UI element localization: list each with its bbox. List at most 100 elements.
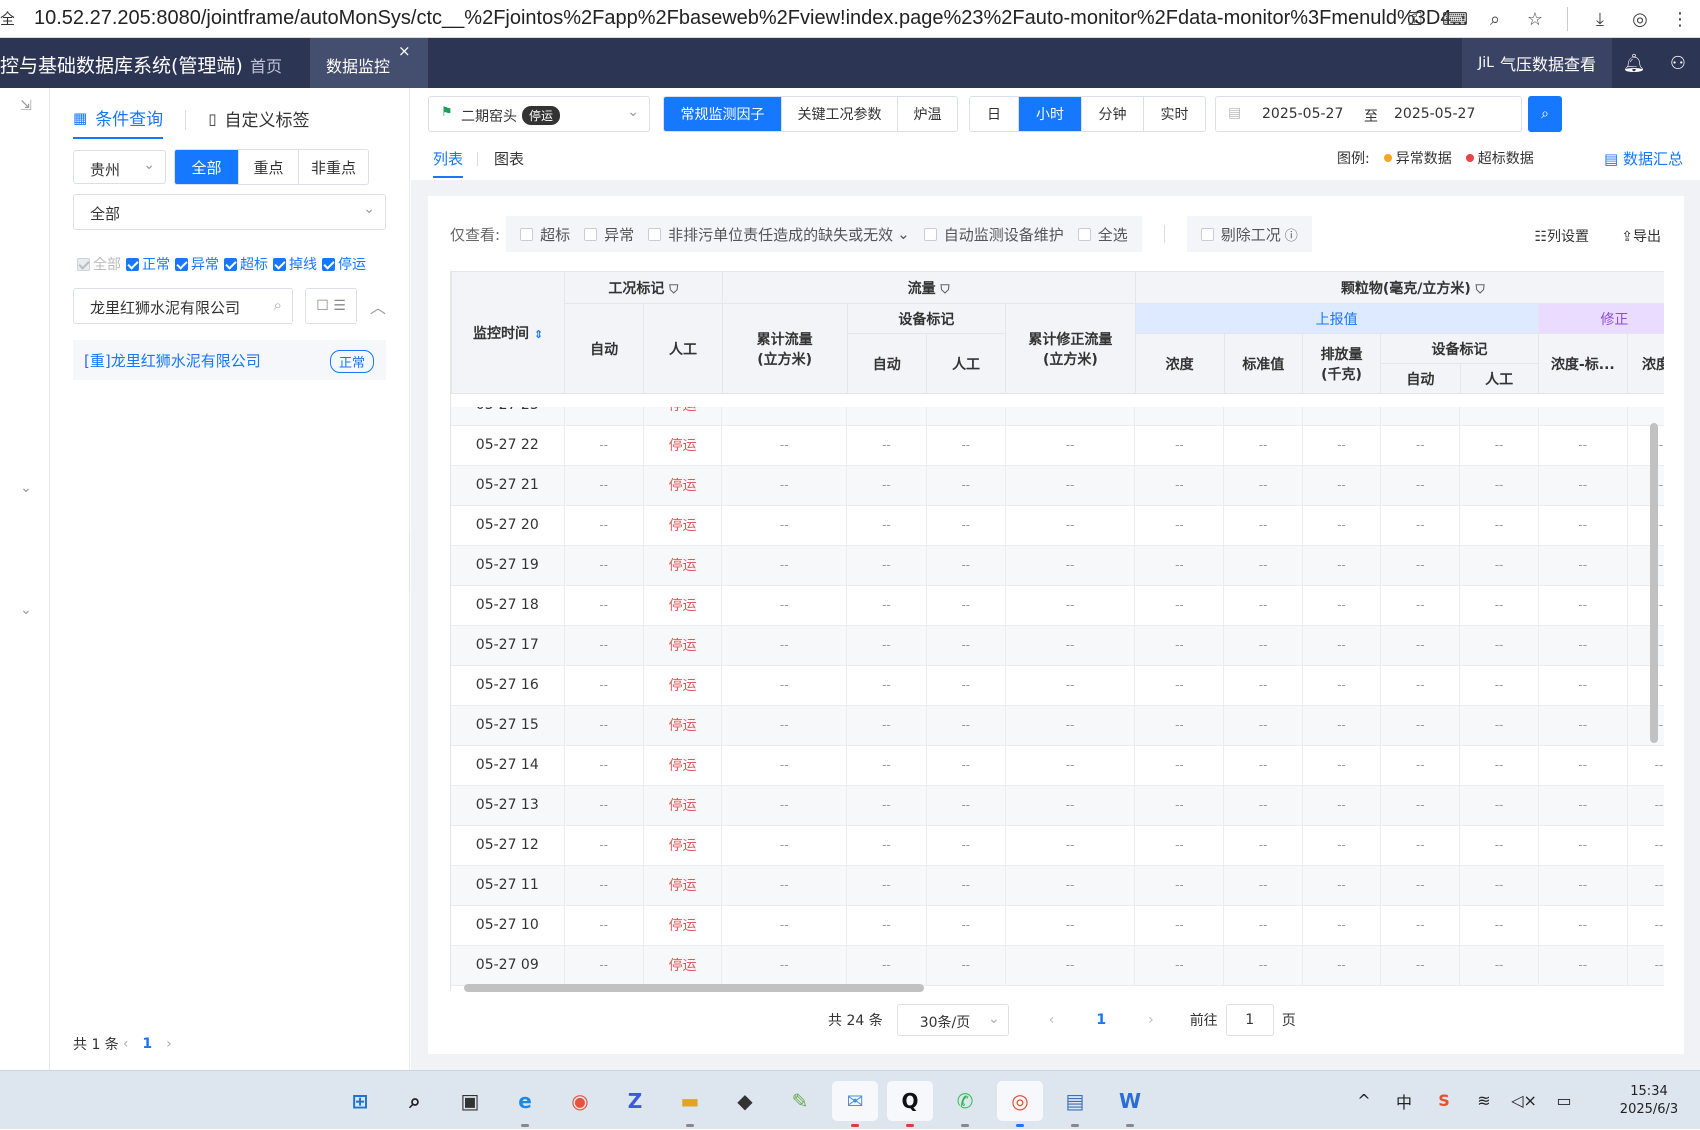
chevron-up-icon[interactable]: ︿ xyxy=(370,294,386,318)
file-explorer-icon[interactable]: ▬ xyxy=(667,1081,713,1127)
table-row[interactable]: 05-27 23--停运---------------------- xyxy=(451,407,1664,426)
company-list-item[interactable]: [重]龙里红狮水泥有限公司 正常 xyxy=(73,340,386,380)
factor-key-params[interactable]: 关键工况参数 xyxy=(781,97,897,131)
granularity-day[interactable]: 日 xyxy=(970,97,1018,131)
sogou-icon[interactable]: S xyxy=(1424,1091,1464,1110)
browser-address-bar[interactable]: 全 10.52.27.205:8080/jointframe/autoMonSy… xyxy=(0,0,1700,38)
filter-maintenance[interactable]: 自动监测设备维护 xyxy=(910,224,1064,245)
check-offline[interactable]: 掉线 xyxy=(273,254,317,274)
chevron-down-icon[interactable]: ⌄ xyxy=(897,225,910,243)
app-icon[interactable]: ✎ xyxy=(777,1081,823,1121)
check-stopped[interactable]: 停运 xyxy=(322,254,366,274)
search-icon[interactable]: ⌕ xyxy=(392,1081,438,1121)
chevron-left-icon[interactable]: ‹ xyxy=(123,1036,129,1052)
qq-icon[interactable]: Q xyxy=(887,1081,933,1127)
check-abnormal[interactable]: 异常 xyxy=(175,254,219,274)
granularity-minute[interactable]: 分钟 xyxy=(1081,97,1143,131)
chrome-icon[interactable]: ◎ xyxy=(997,1081,1043,1127)
battery-icon[interactable]: ▭ xyxy=(1544,1091,1584,1110)
download-icon[interactable]: ⤓ xyxy=(1580,9,1620,30)
tab-custom-tags[interactable]: ▯ 自定义标签 xyxy=(208,98,309,139)
translate-icon[interactable]: ⌨ xyxy=(1435,9,1475,30)
filter-exceed[interactable]: 超标 xyxy=(520,224,570,245)
pager-current-page[interactable]: 1 xyxy=(1096,1012,1106,1028)
app-icon[interactable]: ◆ xyxy=(722,1081,768,1121)
factor-regular[interactable]: 常规监测因子 xyxy=(664,97,781,131)
company-search-input[interactable]: 龙里红狮水泥有限公司 ⌕ xyxy=(73,288,293,324)
wps-icon[interactable]: W xyxy=(1107,1081,1153,1127)
profile-icon[interactable]: ◎ xyxy=(1620,9,1660,30)
scroll-thumb[interactable] xyxy=(1650,423,1658,743)
menu-icon[interactable]: ⋮ xyxy=(1660,9,1700,30)
date-to[interactable]: 2025-05-27 xyxy=(1394,106,1475,122)
data-summary-link[interactable]: ▤ 数据汇总 xyxy=(1604,148,1683,169)
left-pager-page[interactable]: 1 xyxy=(142,1036,152,1052)
key-icon[interactable]: ⚿ xyxy=(1395,9,1435,30)
chevron-down-icon[interactable]: ⌄ xyxy=(16,602,36,618)
device-select[interactable]: ⚑ 二期窑头 停运 ⌄ xyxy=(428,96,650,132)
goto-page-input[interactable]: 1 xyxy=(1225,1004,1274,1036)
wechat-icon[interactable]: ✆ xyxy=(942,1081,988,1127)
filter-missing-invalid[interactable]: 非排污单位责任造成的缺失或无效 ⌄ xyxy=(634,224,910,245)
table-row[interactable]: 05-27 13 -- 停运 -- -- -- -- -- -- -- -- -- -- -- xyxy=(451,785,1664,826)
search-icon[interactable]: ⌕ xyxy=(274,296,282,314)
granularity-realtime[interactable]: 实时 xyxy=(1143,97,1205,131)
granularity-hour[interactable]: 小时 xyxy=(1018,97,1081,131)
bookmark-star-icon[interactable]: ☆ xyxy=(1515,9,1555,30)
table-row[interactable]: 05-27 11 -- 停运 -- -- -- -- -- -- -- -- -- -- -- xyxy=(451,865,1664,906)
export-button[interactable]: ⇪导出 xyxy=(1621,226,1661,246)
tab-chart[interactable]: 图表 xyxy=(494,148,524,178)
search-button[interactable]: ⌕ xyxy=(1528,96,1562,132)
chevron-left-icon[interactable]: ‹ xyxy=(1049,1012,1055,1028)
table-row[interactable]: 05-27 14 -- 停运 -- -- -- -- -- -- -- -- -- -- -- xyxy=(451,745,1664,786)
tab-condition-query[interactable]: ▦ 条件查询 xyxy=(73,98,164,139)
table-row[interactable]: 05-27 09 -- 停运 -- -- -- -- -- -- -- -- -- -- -- xyxy=(451,945,1664,986)
table-row[interactable]: 05-27 18 -- 停运 -- -- -- -- -- -- -- -- -- -- -- xyxy=(451,585,1664,626)
pressure-data-link[interactable]: JiL 气压数据查看 xyxy=(1462,38,1612,88)
tab-list[interactable]: 列表 xyxy=(433,148,464,178)
filter-abnormal[interactable]: 异常 xyxy=(570,224,634,245)
edge-icon[interactable]: e xyxy=(502,1081,548,1127)
chevron-down-icon[interactable]: ⌄ xyxy=(16,480,36,496)
table-row[interactable]: 05-27 19 -- 停运 -- -- -- -- -- -- -- -- -- -- -- xyxy=(451,545,1664,586)
remote-desktop-icon[interactable]: ▤ xyxy=(1052,1081,1098,1127)
check-normal[interactable]: 正常 xyxy=(126,254,170,274)
tab-home[interactable]: 首页 xyxy=(250,53,282,77)
scroll-thumb[interactable] xyxy=(464,984,924,992)
page-size-select[interactable]: 30条/页 ⌄ xyxy=(896,1004,1009,1036)
ime-icon[interactable]: 中 xyxy=(1384,1089,1424,1113)
check-exceed[interactable]: 超标 xyxy=(224,254,268,274)
start-icon[interactable]: ⊞ xyxy=(337,1081,383,1121)
table-row[interactable]: 05-27 15 -- 停运 -- -- -- -- -- -- -- -- -- -- -- xyxy=(451,705,1664,746)
chevron-right-icon[interactable]: › xyxy=(166,1036,172,1052)
help-icon[interactable]: ⓘ xyxy=(1285,225,1298,244)
task-view-icon[interactable]: ▣ xyxy=(447,1081,493,1121)
tree-toggle-button[interactable]: ☐ ☰ xyxy=(305,288,357,324)
table-row[interactable]: 05-27 17 -- 停运 -- -- -- -- -- -- -- -- -- -- -- xyxy=(451,625,1664,666)
category-select[interactable]: 全部 ⌄ xyxy=(73,194,386,230)
zoom-icon[interactable]: ⌕ xyxy=(1475,9,1515,30)
chevron-right-icon[interactable]: › xyxy=(1148,1012,1154,1028)
sound-muted-icon[interactable]: ◁× xyxy=(1504,1091,1544,1110)
priority-all[interactable]: 全部 xyxy=(175,150,238,184)
tray-chevron-icon[interactable]: ^ xyxy=(1344,1091,1384,1110)
filter-icon[interactable]: ⛉ xyxy=(669,282,678,296)
col-monitor-time[interactable]: 监控时间 ⇕ xyxy=(451,271,566,394)
user-icon[interactable]: ⚇ xyxy=(1656,53,1700,74)
table-row[interactable]: 05-27 21 -- 停运 -- -- -- -- -- -- -- -- -- -- -- xyxy=(451,465,1664,506)
table-row[interactable]: 05-27 16 -- 停运 -- -- -- -- -- -- -- -- -- -- -- xyxy=(451,665,1664,706)
filter-select-all[interactable]: 全选 xyxy=(1064,224,1128,245)
priority-key[interactable]: 重点 xyxy=(238,150,298,184)
filter-icon[interactable]: ⛉ xyxy=(941,282,950,296)
table-row[interactable]: 05-27 20 -- 停运 -- -- -- -- -- -- -- -- -- -- -- xyxy=(451,505,1664,546)
photos-icon[interactable]: ◉ xyxy=(557,1081,603,1121)
clock[interactable]: 15:34 2025/6/3 xyxy=(1604,1083,1694,1119)
mail-icon[interactable]: ✉ xyxy=(832,1081,878,1127)
close-icon[interactable]: × xyxy=(398,42,411,60)
sort-icon[interactable]: ⇕ xyxy=(534,328,543,341)
tab-data-monitor[interactable]: 数据监控 × xyxy=(310,38,428,88)
column-settings-button[interactable]: ☷列设置 xyxy=(1534,226,1589,246)
table-row[interactable]: 05-27 22 -- 停运 -- -- -- -- -- -- -- -- -- -- -- xyxy=(451,425,1664,466)
table-row[interactable]: 05-27 10 -- 停运 -- -- -- -- -- -- -- -- -- -- -- xyxy=(451,905,1664,946)
filter-icon[interactable]: ⛉ xyxy=(1476,282,1485,296)
